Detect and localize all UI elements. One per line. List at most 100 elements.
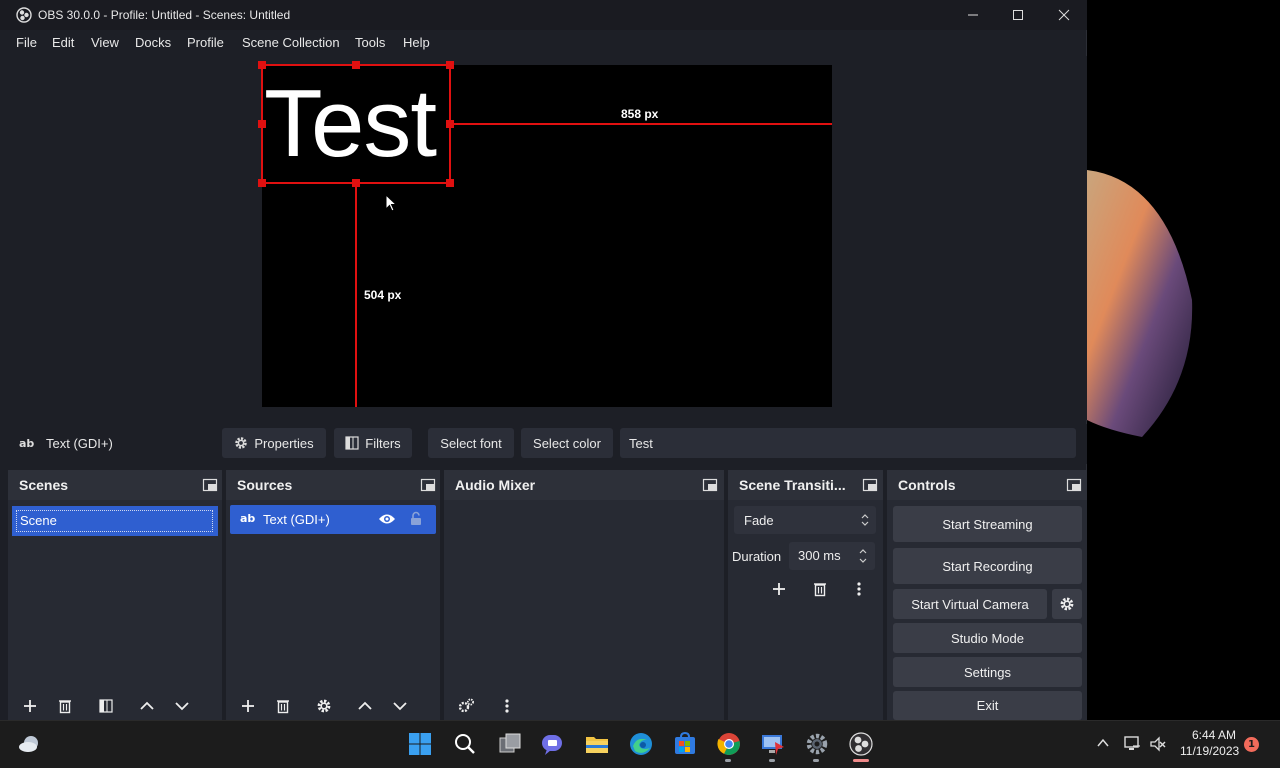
gear-icon xyxy=(1060,597,1074,611)
menu-edit[interactable]: Edit xyxy=(52,35,74,50)
move-source-down-button[interactable] xyxy=(387,693,413,719)
notification-badge[interactable]: 1 xyxy=(1244,737,1259,752)
maximize-icon xyxy=(1013,10,1023,20)
file-explorer-icon[interactable] xyxy=(583,730,611,758)
filters-button[interactable]: Filters xyxy=(334,428,412,458)
close-icon xyxy=(1058,9,1070,21)
plus-icon xyxy=(24,700,36,712)
float-dock-icon[interactable] xyxy=(202,477,218,493)
obs-icon[interactable] xyxy=(847,730,875,758)
task-view-icon[interactable] xyxy=(496,730,524,758)
float-dock-icon[interactable] xyxy=(420,477,436,493)
menu-view[interactable]: View xyxy=(91,35,119,50)
menu-help[interactable]: Help xyxy=(403,35,430,50)
duration-spinbox[interactable]: 300 ms xyxy=(789,542,875,570)
move-source-up-button[interactable] xyxy=(352,693,378,719)
sources-toolbar xyxy=(226,692,440,720)
audio-mixer-title: Audio Mixer xyxy=(455,477,536,493)
scene-item[interactable]: Scene xyxy=(12,506,218,536)
float-dock-icon[interactable] xyxy=(1066,477,1082,493)
plus-icon xyxy=(242,700,254,712)
menu-profile[interactable]: Profile xyxy=(187,35,224,50)
remote-desktop-icon[interactable] xyxy=(759,730,787,758)
menu-scene-collection[interactable]: Scene Collection xyxy=(242,35,340,50)
float-dock-icon[interactable] xyxy=(702,477,718,493)
add-scene-button[interactable] xyxy=(17,693,43,719)
scene-filters-button[interactable] xyxy=(93,693,119,719)
window-title: OBS 30.0.0 - Profile: Untitled - Scenes:… xyxy=(38,8,291,22)
properties-button[interactable]: Properties xyxy=(222,428,326,458)
clock-date[interactable]: 11/19/2023 xyxy=(1180,744,1239,758)
exit-button[interactable]: Exit xyxy=(893,691,1082,720)
advanced-audio-button[interactable] xyxy=(453,693,479,719)
text-source-icon: ab xyxy=(240,512,256,525)
source-item[interactable]: ab Text (GDI+) xyxy=(230,505,436,534)
chevron-up-icon xyxy=(140,701,154,710)
weather-icon[interactable] xyxy=(15,730,43,758)
scenes-toolbar xyxy=(8,692,222,720)
menu-file[interactable]: File xyxy=(16,35,37,50)
scene-transitions-dock-header: Scene Transiti... xyxy=(728,470,883,500)
sources-title: Sources xyxy=(237,477,293,493)
remove-source-button[interactable] xyxy=(270,693,296,719)
tray-overflow-icon[interactable] xyxy=(1096,736,1110,750)
gear-icon xyxy=(235,437,248,449)
menu-docks[interactable]: Docks xyxy=(135,35,171,50)
transition-select[interactable]: Fade xyxy=(734,506,876,534)
store-icon[interactable] xyxy=(671,730,699,758)
remove-transition-button[interactable] xyxy=(807,576,833,602)
start-virtual-camera-button[interactable]: Start Virtual Camera xyxy=(893,589,1047,619)
network-icon[interactable] xyxy=(1123,734,1141,752)
running-indicator xyxy=(725,759,731,762)
minimize-button[interactable] xyxy=(950,0,996,30)
menu-tools[interactable]: Tools xyxy=(355,35,385,50)
gear-icon xyxy=(317,699,331,713)
select-font-button[interactable]: Select font xyxy=(428,428,514,458)
chrome-icon[interactable] xyxy=(715,730,743,758)
studio-mode-button[interactable]: Studio Mode xyxy=(893,623,1082,653)
filters-label: Filters xyxy=(365,435,401,451)
close-button[interactable] xyxy=(1041,0,1087,30)
move-scene-up-button[interactable] xyxy=(134,693,160,719)
duration-label: Duration xyxy=(732,549,782,564)
audio-menu-button[interactable] xyxy=(494,693,520,719)
text-input[interactable]: Test xyxy=(620,428,1076,458)
mouse-cursor-icon xyxy=(385,194,397,212)
source-properties-button[interactable] xyxy=(311,693,337,719)
move-scene-down-button[interactable] xyxy=(169,693,195,719)
maximize-button[interactable] xyxy=(995,0,1041,30)
search-icon[interactable] xyxy=(451,730,479,758)
transition-menu-button[interactable] xyxy=(846,576,872,602)
start-recording-button[interactable]: Start Recording xyxy=(893,548,1082,584)
plus-icon xyxy=(773,583,785,595)
minimize-icon xyxy=(968,14,978,16)
lock-icon[interactable] xyxy=(410,511,422,526)
audio-mixer-dock-header: Audio Mixer xyxy=(444,470,724,500)
transition-select-value: Fade xyxy=(744,513,774,528)
selection-overlay[interactable] xyxy=(255,58,845,410)
add-transition-button[interactable] xyxy=(766,576,792,602)
float-dock-icon[interactable] xyxy=(862,477,878,493)
chevron-up-icon xyxy=(358,701,372,710)
settings-app-icon[interactable] xyxy=(803,730,831,758)
remove-scene-button[interactable] xyxy=(52,693,78,719)
clock-time[interactable]: 6:44 AM xyxy=(1192,728,1236,742)
running-indicator xyxy=(769,759,775,762)
scenes-dock: Scenes Scene xyxy=(8,470,222,720)
visibility-eye-icon[interactable] xyxy=(378,512,396,526)
select-color-button[interactable]: Select color xyxy=(521,428,613,458)
context-source-label: Text (GDI+) xyxy=(46,436,113,451)
filter-icon xyxy=(99,699,113,713)
settings-button[interactable]: Settings xyxy=(893,657,1082,687)
more-vertical-icon xyxy=(857,582,861,596)
spin-arrows-icon[interactable] xyxy=(858,546,868,566)
start-streaming-button[interactable]: Start Streaming xyxy=(893,506,1082,542)
virtual-camera-settings-button[interactable] xyxy=(1052,589,1082,619)
start-icon[interactable] xyxy=(406,730,434,758)
chat-icon[interactable] xyxy=(539,730,567,758)
obs-logo-icon xyxy=(16,7,32,23)
add-source-button[interactable] xyxy=(235,693,261,719)
edge-icon[interactable] xyxy=(627,730,655,758)
trash-icon xyxy=(814,583,826,597)
volume-muted-icon[interactable] xyxy=(1149,735,1167,753)
